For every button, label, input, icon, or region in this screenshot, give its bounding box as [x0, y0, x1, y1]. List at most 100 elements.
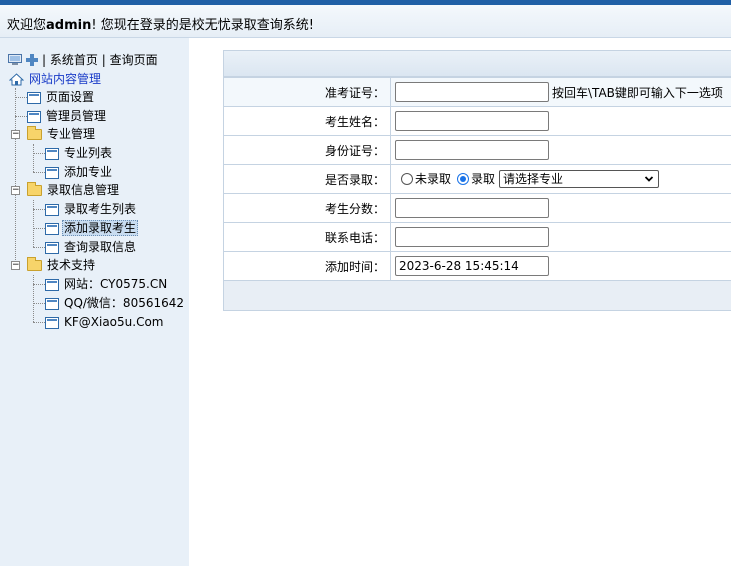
welcome-text: 欢迎您admin! 您现在登录的是校无忧录取查询系统! [7, 14, 314, 33]
link-separator: | [42, 52, 47, 67]
ticket-hint: 按回车\TAB键即可输入下一选项 [552, 85, 723, 100]
name-label: 考生姓名： [223, 106, 391, 136]
page-icon [27, 91, 41, 104]
admitted-label: 是否录取： [223, 164, 391, 194]
tree-connector [33, 284, 45, 285]
sidebar-item-label: QQ/微信：80561642 [64, 296, 185, 310]
page-icon [27, 110, 41, 123]
sidebar-item-label: 网站：CY0575.CN [64, 277, 168, 291]
welcome-header: 欢迎您admin! 您现在登录的是校无忧录取查询系统! [0, 5, 731, 38]
phone-input[interactable] [395, 227, 549, 247]
sidebar-item-add-major[interactable]: 添加专业 [45, 163, 114, 181]
folder-icon [27, 257, 42, 271]
phone-cell [390, 222, 731, 252]
not-admitted-radio[interactable] [401, 173, 413, 186]
sidebar-item-label: 录取信息管理 [47, 183, 120, 197]
sidebar-item-page-settings[interactable]: 页面设置 [27, 88, 96, 106]
system-home-link[interactable]: 系统首页 [50, 51, 98, 68]
major-select[interactable]: 请选择专业 [499, 170, 660, 189]
chevron-down-icon [644, 176, 654, 183]
tree-connector [33, 303, 45, 304]
score-cell [390, 193, 731, 223]
tree-root-label[interactable]: 网站内容管理 [27, 72, 103, 86]
sidebar-item-label: 技术支持 [47, 258, 96, 272]
add-time-input[interactable] [395, 256, 549, 276]
sidebar-item-label: 查询录取信息 [64, 240, 137, 254]
sidebar-item-email[interactable]: KF@Xiao5u.Com [45, 313, 166, 331]
main-content: 准考证号： 按回车\TAB键即可输入下一选项 考生姓名： 身份证号： 是否录取：… [223, 50, 731, 311]
sidebar-item-label: 添加专业 [64, 165, 113, 179]
admitted-radio[interactable] [457, 173, 470, 186]
sidebar-item-qq[interactable]: QQ/微信：80561642 [45, 294, 186, 312]
tree-connector [33, 247, 45, 248]
score-input[interactable] [395, 198, 549, 218]
sidebar-item-label: 专业列表 [64, 146, 113, 160]
page-icon [45, 316, 59, 329]
sidebar-item-label: 录取考生列表 [64, 202, 137, 216]
computer-icon [8, 53, 22, 65]
tree-root[interactable]: 网站内容管理 [8, 70, 103, 88]
form-row-score: 考生分数： [223, 193, 731, 223]
sidebar-folder-admission[interactable]: 录取信息管理 [27, 181, 121, 199]
collapse-icon[interactable]: − [11, 261, 20, 270]
link-separator: | [101, 52, 106, 67]
folder-icon [27, 126, 42, 140]
sidebar-item-website[interactable]: 网站：CY0575.CN [45, 275, 169, 293]
welcome-suffix: ! 您现在登录的是校无忧录取查询系统! [91, 18, 314, 33]
form-row-id: 身份证号： [223, 135, 731, 165]
ticket-number-input[interactable] [395, 82, 549, 102]
tree-connector [33, 144, 34, 172]
tree-connector [33, 200, 34, 247]
collapse-icon[interactable]: − [11, 186, 20, 195]
tree-connector [33, 322, 45, 323]
form-row-time: 添加时间： [223, 251, 731, 281]
folder-icon [27, 182, 42, 196]
collapse-icon[interactable]: − [11, 130, 20, 139]
sidebar-folder-tech[interactable]: 技术支持 [27, 256, 97, 274]
time-cell [390, 251, 731, 281]
sidebar-item-label: 专业管理 [47, 127, 96, 141]
page-icon [45, 147, 59, 160]
page-icon [45, 297, 59, 310]
ticket-cell: 按回车\TAB键即可输入下一选项 [390, 77, 731, 107]
not-admitted-label[interactable]: 未录取 [415, 172, 451, 186]
major-select-value: 请选择专业 [503, 172, 564, 187]
sidebar-item-label: 添加录取考生 [62, 220, 139, 236]
sidebar-folder-major[interactable]: 专业管理 [27, 125, 97, 143]
form-row-ticket: 准考证号： 按回车\TAB键即可输入下一选项 [223, 77, 731, 107]
tree-connector [33, 172, 45, 173]
score-label: 考生分数： [223, 193, 391, 223]
query-page-link[interactable]: 查询页面 [110, 51, 158, 68]
page-icon [45, 241, 59, 254]
page-icon [45, 278, 59, 291]
tree-connector [33, 209, 45, 210]
form-header-bar [223, 50, 731, 77]
sidebar-item-admin-manage[interactable]: 管理员管理 [27, 107, 108, 125]
sidebar-item-add-admitted[interactable]: 添加录取考生 [45, 219, 139, 237]
welcome-prefix: 欢迎您 [7, 18, 47, 33]
id-number-input[interactable] [395, 140, 549, 160]
sidebar-item-label: KF@Xiao5u.Com [64, 315, 164, 329]
home-icon [8, 73, 25, 86]
admitted-option-label[interactable]: 录取 [471, 172, 495, 186]
sidebar-item-major-list[interactable]: 专业列表 [45, 144, 114, 162]
student-name-input[interactable] [395, 111, 549, 131]
sidebar-item-label: 页面设置 [46, 90, 95, 104]
sidebar-item-query-admission[interactable]: 查询录取信息 [45, 238, 138, 256]
page-icon [45, 222, 59, 235]
tree-connector [15, 88, 16, 266]
tree-connector [33, 228, 45, 229]
form-footer-bar [223, 281, 731, 311]
sidebar-item-label: 管理员管理 [46, 109, 107, 123]
page-icon [45, 166, 59, 179]
ticket-label: 准考证号： [223, 77, 391, 107]
name-cell [390, 106, 731, 136]
form-row-phone: 联系电话： [223, 222, 731, 252]
plus-icon[interactable] [25, 53, 39, 66]
sidebar-item-admitted-list[interactable]: 录取考生列表 [45, 200, 138, 218]
admitted-cell: 未录取 录取 请选择专业 [390, 164, 731, 194]
tree-connector [33, 275, 34, 322]
tree-connector [15, 97, 27, 98]
id-label: 身份证号： [223, 135, 391, 165]
form-row-admitted: 是否录取： 未录取 录取 请选择专业 [223, 164, 731, 194]
